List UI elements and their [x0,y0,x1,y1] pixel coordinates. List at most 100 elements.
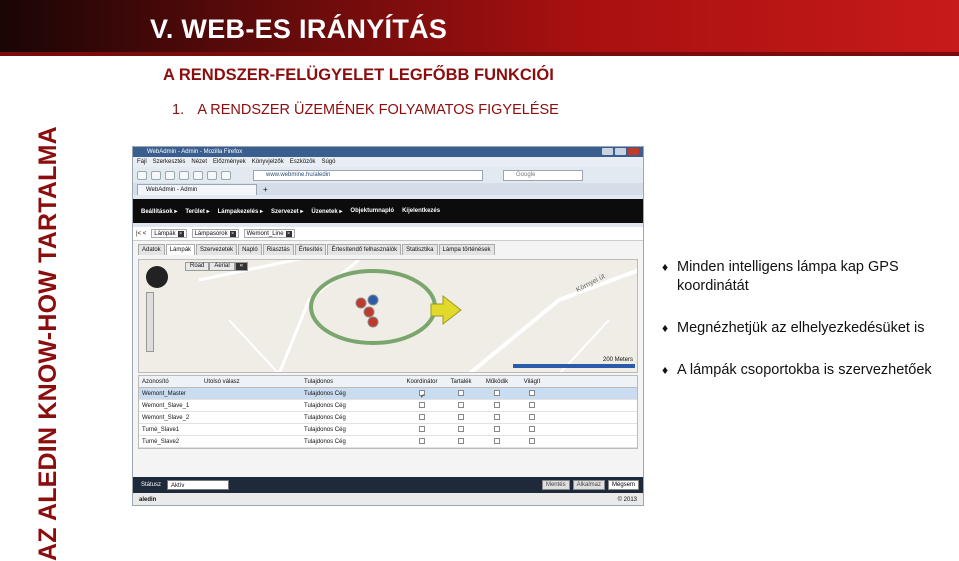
table-row[interactable]: Wemont_Slave_2 Tulajdonos Cég [139,412,637,424]
crumb-tab[interactable]: Lámpák × [151,229,187,238]
checkbox[interactable] [419,402,425,409]
menu-item[interactable]: Fájl [137,157,147,167]
menu-item[interactable]: Eszközök [290,157,316,167]
app-nav-item[interactable]: Beállítások ▸ [141,208,177,215]
print-icon[interactable] [165,170,175,180]
checkbox[interactable] [458,426,464,433]
table-row[interactable]: Wemont_Master Tulajdonos Cég ✓ [139,388,637,400]
checkbox[interactable] [494,390,500,397]
map-scale-label: 200 Meters [602,357,633,363]
save-button[interactable]: Mentés [541,480,570,490]
checkbox[interactable] [458,402,464,409]
lamp-marker-icon [355,297,367,309]
checkbox[interactable] [529,426,535,433]
checkbox[interactable]: ✓ [419,390,425,400]
col-header[interactable]: Tulajdonos [301,376,401,387]
breadcrumb: |< < Lámpák × Lámpasorok × Wemont_Line × [133,227,643,241]
checkbox[interactable] [494,426,500,433]
col-header[interactable]: Azonosító [139,376,201,387]
cancel-button[interactable]: Mégsem [607,480,639,490]
menu-item[interactable]: Előzmények [213,157,246,167]
coordinator-marker-icon [367,294,379,306]
forward-icon[interactable] [151,170,161,180]
tab-lampa-tortenesek[interactable]: Lámpa történések [438,244,495,255]
checkbox[interactable] [529,390,535,397]
history-icon[interactable] [193,170,203,180]
section-number: 1. [172,102,185,118]
checkbox[interactable] [419,414,425,421]
app-nav-item[interactable]: Terület ▸ [185,208,209,215]
table-row[interactable]: Turnė_Slave2 Tulajdonos Cég [139,436,637,448]
menu-item[interactable]: Nézet [191,157,207,167]
browser-tab[interactable]: WebAdmin - Admin [137,184,257,195]
map-type-toolbar: Road Aerial « [185,262,249,271]
tab-lampak[interactable]: Lámpák [165,244,196,255]
download-icon[interactable] [207,170,217,180]
new-tab-icon[interactable]: + [263,185,268,195]
col-header[interactable]: Működik [479,376,515,387]
checkbox[interactable] [419,426,425,433]
map-zoom-slider[interactable] [146,292,154,352]
checkbox[interactable] [529,414,535,421]
status-bar: Státusz Aktív Mentés Alkalmaz Mégsem [133,477,643,493]
checkbox[interactable] [494,414,500,421]
checkbox[interactable] [458,414,464,421]
checkbox[interactable] [458,390,464,397]
col-header[interactable]: Tartalék [443,376,479,387]
app-nav-item[interactable]: Lámpakezelés ▸ [218,208,263,215]
checkbox[interactable] [529,402,535,409]
app-nav-item[interactable]: Szervezet ▸ [271,208,303,215]
app-content: |< < Lámpák × Lámpasorok × Wemont_Line × Ad… [133,227,643,505]
close-icon[interactable] [628,148,639,155]
map-aerial-button[interactable]: Aerial [209,262,235,271]
app-nav-item[interactable]: Objektumnapló [350,208,394,214]
minimize-icon[interactable] [602,148,613,155]
menu-item[interactable]: Szerkesztés [153,157,186,167]
map-road-button[interactable]: Road [185,262,210,271]
tab-naplo[interactable]: Napló [238,244,262,255]
map-view[interactable]: Road Aerial « Környei út 200 Meters [138,259,638,373]
browser-title-bar: WebAdmin - Admin - Mozilla Firefox [133,147,643,157]
crumb-nav-left-icon[interactable]: |< < [136,231,146,237]
col-header[interactable]: Koordinátor [401,376,443,387]
close-icon: × [285,231,292,237]
tab-riasztas[interactable]: Riasztás [262,244,294,255]
app-nav-item[interactable]: Kijelentkezés [402,208,440,214]
checkbox[interactable] [529,438,535,445]
browser-search-input[interactable]: Google [503,169,583,181]
browser-tab-strip: WebAdmin - Admin + [133,183,643,195]
table-row[interactable]: Wemont_Slave_1 Tulajdonos Cég [139,400,637,412]
url-field[interactable]: www.webmine.hu/aledin [253,169,483,181]
map-collapse-icon[interactable]: « [234,262,249,271]
table-row[interactable]: Turnė_Slave1 Tulajdonos Cég [139,424,637,436]
checkbox[interactable] [419,438,425,445]
crumb-tab[interactable]: Wemont_Line × [243,229,295,238]
home-icon[interactable] [179,170,189,180]
checkbox[interactable] [494,438,500,445]
back-icon[interactable] [137,170,147,180]
lamp-table: Azonosító Utolsó válasz Tulajdonos Koord… [138,375,638,449]
col-header[interactable]: Utolsó válasz [201,376,301,387]
status-select[interactable]: Aktív [167,480,230,490]
apply-button[interactable]: Alkalmaz [572,480,605,490]
map-roads [198,260,637,372]
crumb-tab[interactable]: Lámpasorok × [191,229,239,238]
browser-screenshot: WebAdmin - Admin - Mozilla Firefox Fájl … [132,146,644,506]
menu-item[interactable]: Könyvjelzők [252,157,284,167]
maximize-icon[interactable] [615,148,626,155]
map-scale-bar [513,364,635,368]
app-nav-item[interactable]: Üzenetek ▸ [311,208,342,215]
tab-szervezetek[interactable]: Szervezetek [196,244,238,255]
map-pan-control-icon[interactable] [146,266,168,288]
bookmark-icon[interactable] [221,170,231,180]
col-header[interactable]: Világít [515,376,549,387]
header-divider [0,52,959,56]
menu-item[interactable]: Súgó [321,157,335,167]
tab-statisztika[interactable]: Statisztika [402,244,438,255]
tab-ertesites[interactable]: Értesítés [294,244,327,255]
checkbox[interactable] [458,438,464,445]
checkbox[interactable] [494,402,500,409]
tab-ertesitendo[interactable]: Értesítendő felhasználók [327,244,402,255]
section-title: A RENDSZER ÜZEMÉNEK FOLYAMATOS FIGYELÉSE [197,102,559,118]
tab-adatok[interactable]: Adatok [138,244,165,255]
